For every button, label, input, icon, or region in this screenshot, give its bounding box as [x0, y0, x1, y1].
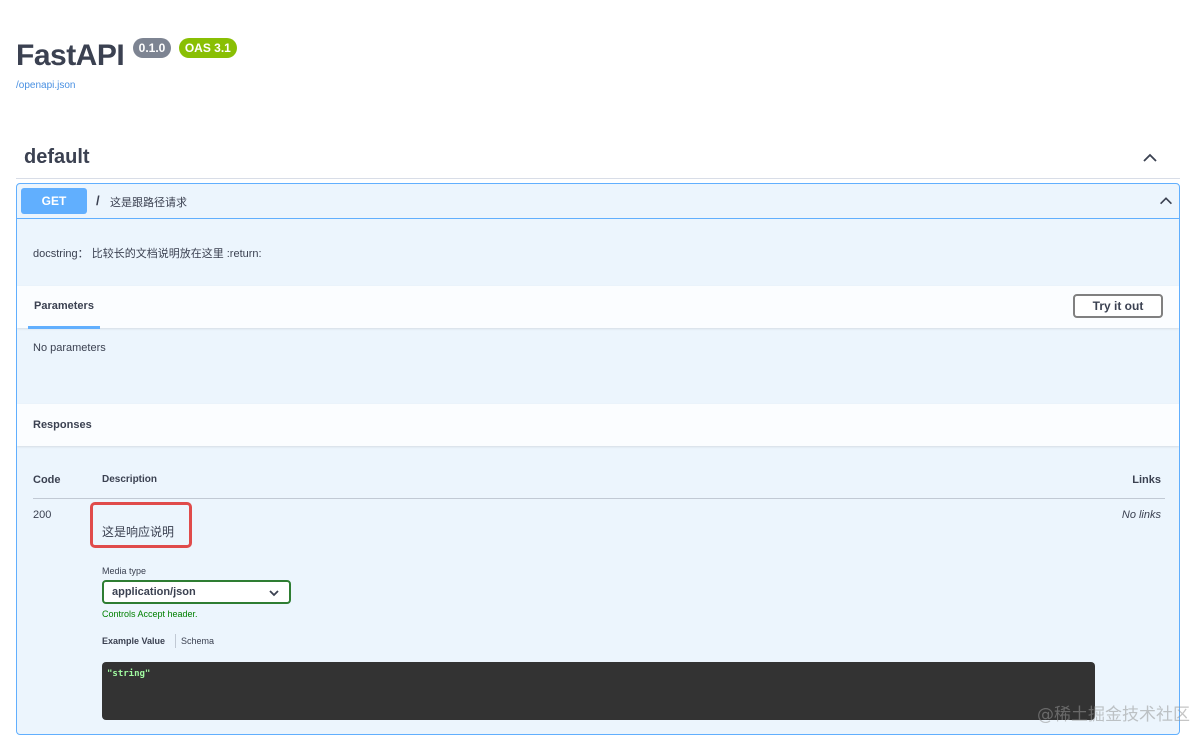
chevron-up-icon[interactable]	[1140, 148, 1160, 168]
method-badge: GET	[21, 188, 87, 214]
controls-accept-note: Controls Accept header.	[102, 609, 198, 619]
responses-title: Responses	[33, 419, 92, 431]
operation-description: docstring： 比较长的文档说明放在这里 :return:	[33, 248, 262, 260]
tag-section-header[interactable]: default	[16, 140, 1180, 179]
column-header-description: Description	[102, 474, 158, 485]
watermark: @稀土掘金技术社区	[1037, 705, 1190, 725]
media-type-select[interactable]: application/json	[102, 580, 291, 604]
column-header-code: Code	[33, 474, 61, 486]
example-code-block: "string"	[102, 662, 1095, 720]
openapi-json-link[interactable]: /openapi.json	[16, 80, 76, 91]
column-header-links: Links	[1132, 474, 1161, 486]
operation-block-get: GET / 这是跟路径请求 docstring： 比较长的文档说明放在这里 :r…	[16, 183, 1180, 735]
app-title: FastAPI	[16, 39, 125, 72]
operation-path: /	[96, 193, 100, 208]
tab-schema[interactable]: Schema	[181, 636, 214, 646]
responses-header: Responses	[17, 404, 1179, 446]
highlight-annotation-box	[90, 502, 192, 548]
header: FastAPI 0.1.0 OAS 3.1	[16, 30, 237, 73]
response-code: 200	[33, 509, 52, 521]
media-type-label: Media type	[102, 566, 147, 576]
no-parameters-text: No parameters	[33, 342, 106, 354]
chevron-up-icon[interactable]	[1157, 192, 1175, 210]
tag-title: default	[24, 146, 90, 168]
try-it-out-button[interactable]: Try it out	[1073, 294, 1163, 318]
chevron-down-icon	[269, 590, 279, 597]
tab-example-value[interactable]: Example Value	[102, 636, 165, 646]
version-badge: 0.1.0	[132, 38, 172, 58]
oas-badge: OAS 3.1	[178, 38, 237, 58]
tab-divider	[175, 634, 176, 648]
response-links: No links	[1121, 509, 1161, 521]
media-type-value: application/json	[112, 586, 196, 598]
operation-summary-text: 这是跟路径请求	[110, 197, 187, 209]
tab-parameters[interactable]: Parameters	[28, 286, 100, 329]
table-divider	[33, 498, 1165, 499]
operation-summary[interactable]: GET / 这是跟路径请求	[17, 184, 1179, 219]
parameters-header: Parameters Try it out	[17, 286, 1179, 329]
example-code-text: "string"	[107, 669, 151, 679]
